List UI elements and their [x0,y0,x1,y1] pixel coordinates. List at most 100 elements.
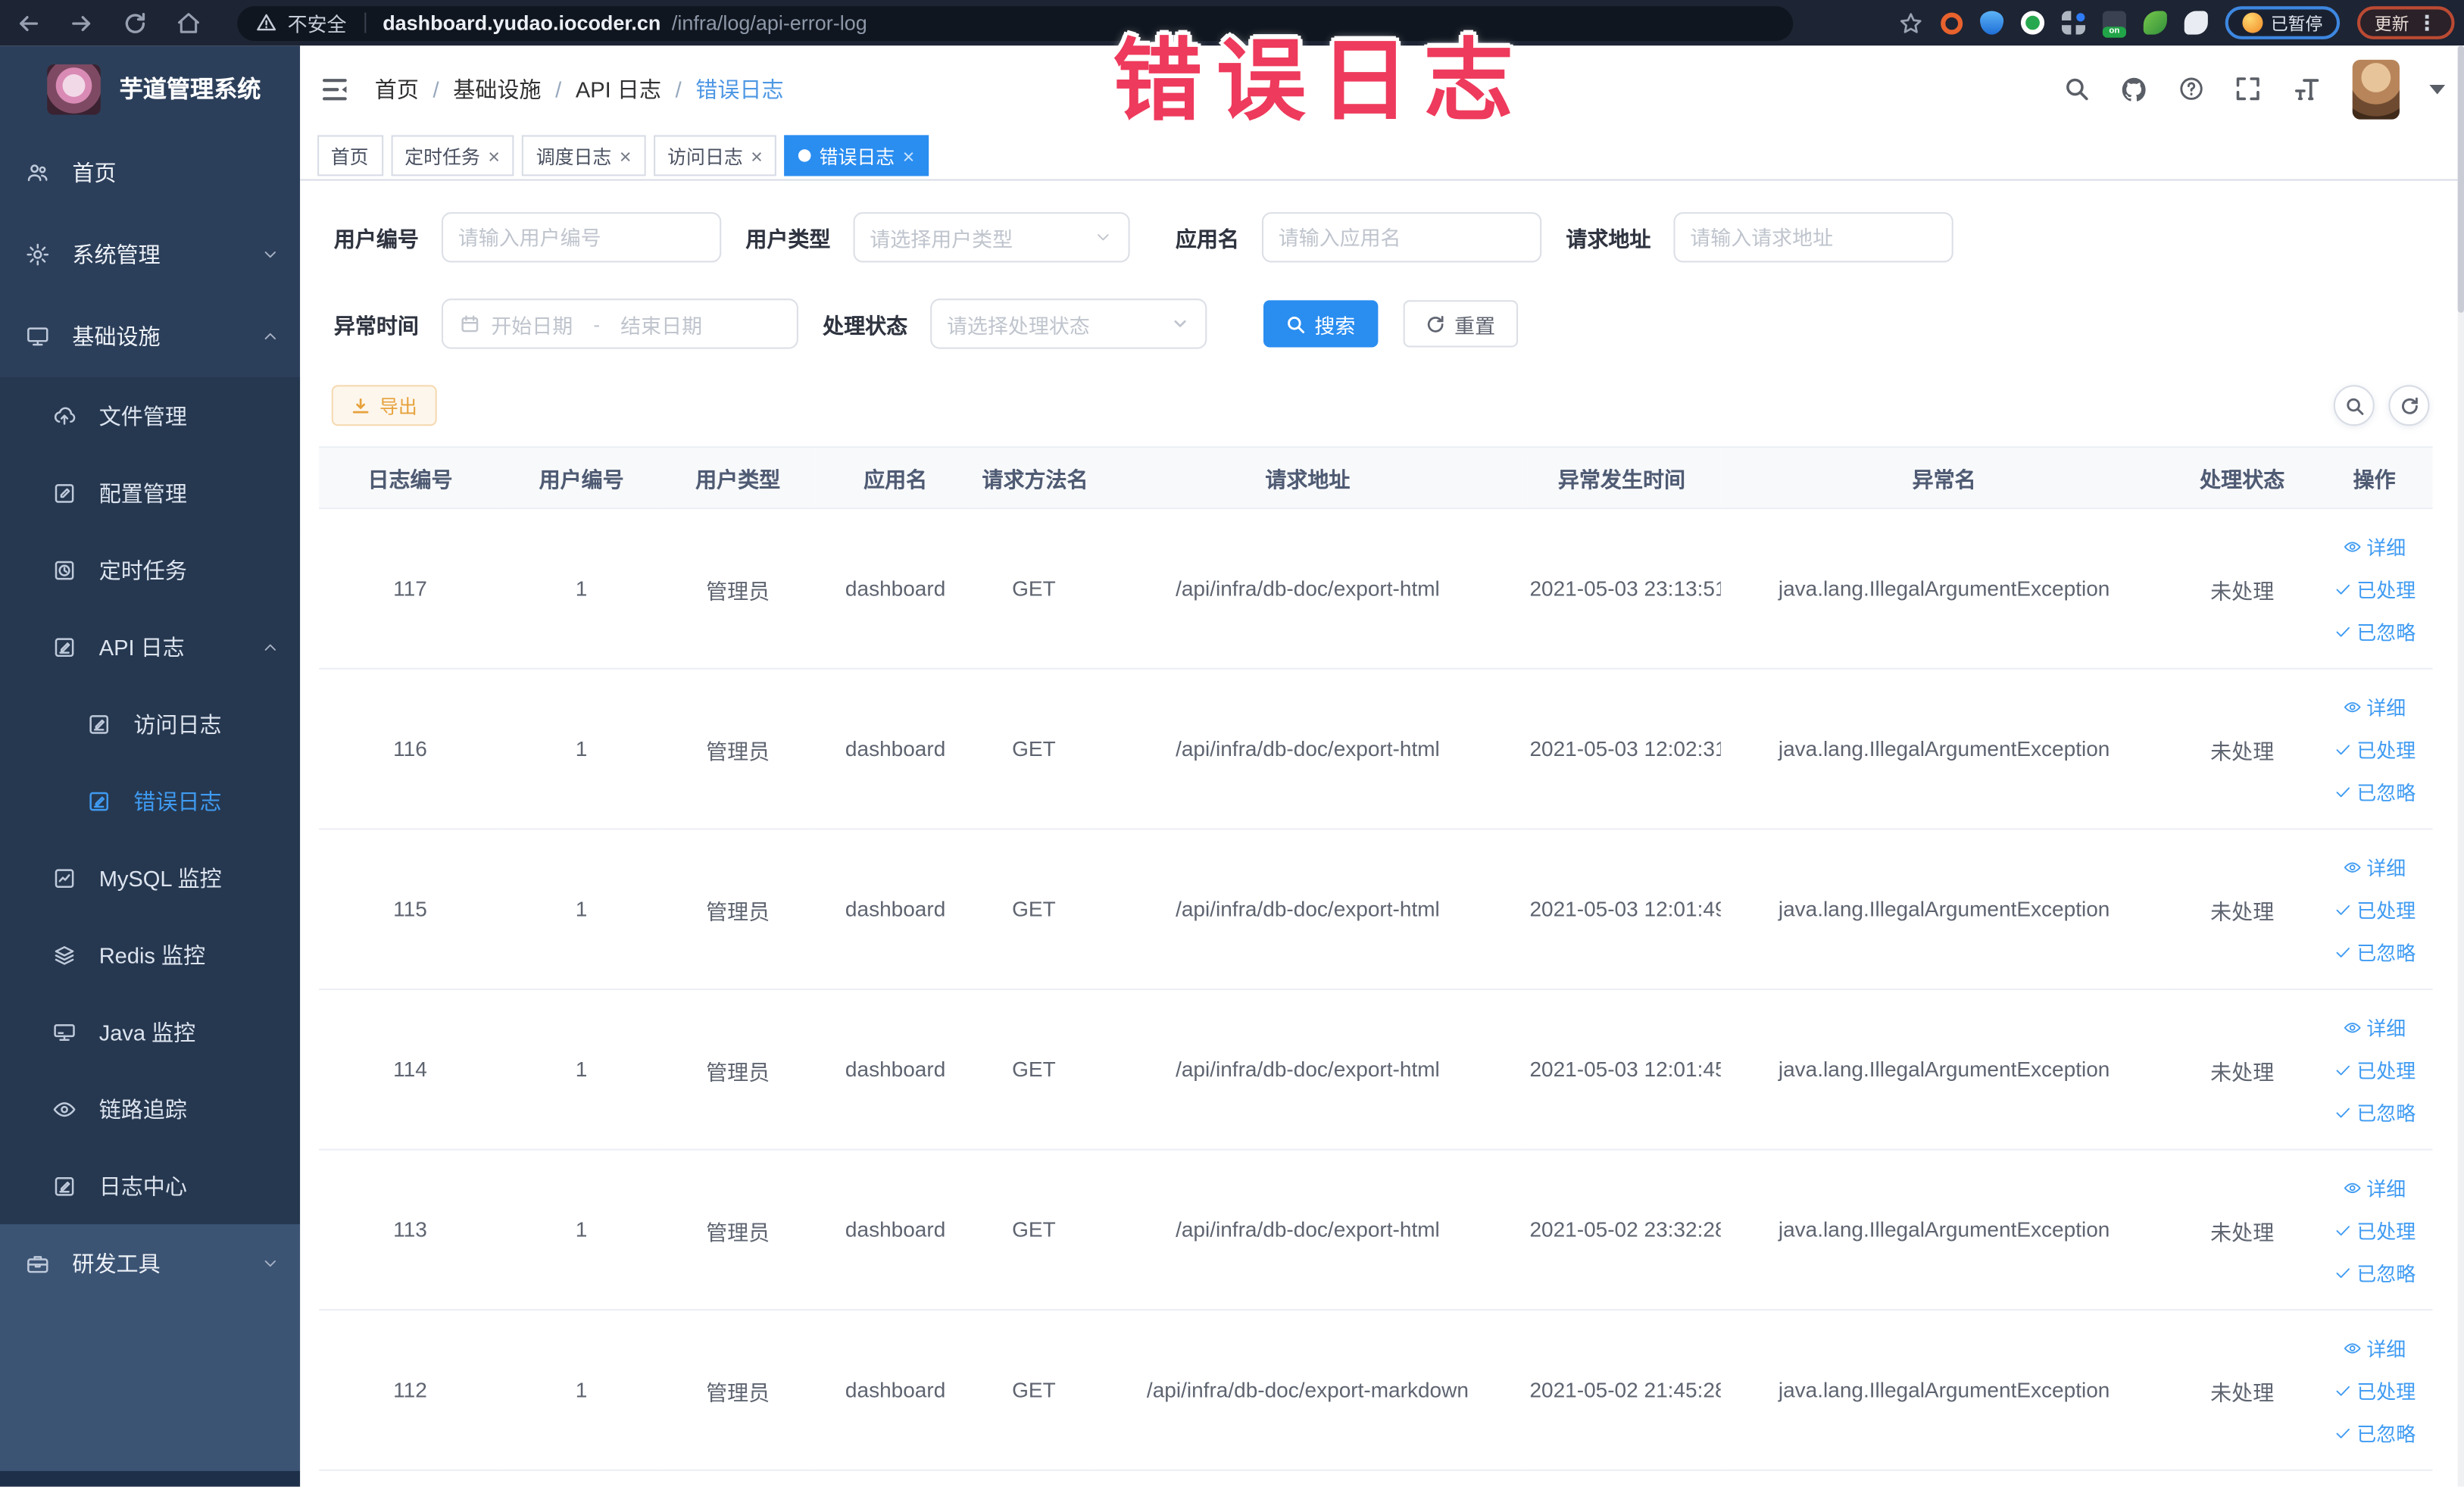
extension-orange-icon[interactable] [1941,11,1963,34]
action-已处理[interactable]: 已处理 [2333,1054,2416,1084]
export-button[interactable]: 导出 [330,385,436,426]
toggle-search-button[interactable] [2333,385,2375,426]
action-已忽略[interactable]: 已忽略 [2333,1097,2416,1126]
sidebar-item-config-management[interactable]: 配置管理 [0,454,300,532]
security-label[interactable]: 不安全 [288,8,347,37]
close-icon[interactable]: × [620,145,632,166]
action-已忽略[interactable]: 已忽略 [2333,1257,2416,1287]
page-scrollbar[interactable] [2457,45,2464,1487]
sidebar-item-api-log[interactable]: API 日志 [0,608,300,686]
extension-grid-icon[interactable] [2061,11,2086,35]
hamburger-icon[interactable] [318,73,349,104]
extension-green-circle-icon[interactable] [2020,11,2045,35]
close-icon[interactable]: × [903,145,915,166]
sidebar-item-access-log[interactable]: 访问日志 [0,685,300,763]
action-已忽略[interactable]: 已忽略 [2333,1417,2416,1447]
chevron-up-icon [260,637,279,656]
extension-puzzle-icon[interactable] [2184,11,2208,35]
forward-icon[interactable] [69,10,94,35]
user-id-input[interactable] [440,212,721,263]
action-详细[interactable]: 详细 [2343,1173,2406,1202]
browser-update-button[interactable]: 更新 ⋮ [2356,6,2455,39]
date-start-placeholder[interactable]: 开始日期 [491,309,573,339]
action-详细[interactable]: 详细 [2343,851,2406,881]
action-已处理[interactable]: 已处理 [2333,573,2416,603]
search-icon [1285,314,1305,334]
action-详细[interactable]: 详细 [2343,531,2406,561]
browser-menu-icon[interactable]: ⋮ [2417,13,2437,33]
action-已处理[interactable]: 已处理 [2333,1375,2416,1404]
tab-定时任务[interactable]: 定时任务 × [390,135,514,177]
action-已忽略[interactable]: 已忽略 [2333,776,2416,806]
action-label: 详细 [2366,537,2406,560]
action-已忽略[interactable]: 已忽略 [2333,936,2416,966]
close-icon[interactable]: × [751,145,763,166]
sidebar-item-infrastructure[interactable]: 基础设施 [0,295,299,377]
close-icon[interactable]: × [488,145,500,166]
sidebar-item-java-monitor[interactable]: Java 监控 [0,993,300,1070]
status-select[interactable]: 请选择处理状态 [929,298,1207,349]
tab-错误日志[interactable]: 错误日志 × [784,135,929,177]
sidebar-item-system-management[interactable]: 系统管理 [0,214,299,295]
table-row: 113 1 管理员 dashboard GET/api/infra/db-doc/exp… [318,1149,2433,1311]
refresh-table-button[interactable] [2388,385,2430,426]
extension-paused-badge[interactable]: 已暂停 [2225,6,2341,39]
action-已处理[interactable]: 已处理 [2333,734,2416,764]
date-end-placeholder[interactable]: 结束日期 [620,309,702,339]
sidebar-item-label: API 日志 [98,634,185,660]
reset-button[interactable]: 重置 [1402,300,1518,348]
cell-time: 2021-05-03 23:13:51 [1523,508,1720,670]
font-size-icon[interactable] [2291,76,2322,102]
request-url-input[interactable] [1672,212,1953,263]
action-已处理[interactable]: 已处理 [2333,894,2416,923]
field-label: 处理状态 [823,314,908,339]
sidebar-logo[interactable]: 芋道管理系统 [0,45,299,132]
address-bar[interactable]: 不安全 dashboard.yudao.iocoder.cn /infra/lo… [237,5,1794,40]
help-icon[interactable] [2178,76,2204,102]
action-已忽略[interactable]: 已忽略 [2333,616,2416,645]
extension-on-badge-icon[interactable]: on [2102,11,2126,38]
date-range-input[interactable]: 开始日期 - 结束日期 [440,298,798,349]
tab-访问日志[interactable]: 访问日志 × [653,135,777,177]
extension-leaf-icon[interactable] [2143,11,2167,35]
action-已处理[interactable]: 已处理 [2333,1215,2416,1245]
chevron-down-icon [1170,314,1189,333]
sidebar-item-label: 访问日志 [133,711,222,736]
bookmark-star-icon[interactable] [1898,10,1923,35]
sidebar-item-error-log[interactable]: 错误日志 [0,762,300,839]
sidebar-item-dev-tools[interactable]: 研发工具 [0,1224,299,1303]
sidebar-item-home[interactable]: 首页 [0,132,299,214]
extension-blue-shield-icon[interactable] [1980,11,2004,35]
user-avatar[interactable] [2352,58,2400,119]
breadcrumb-item[interactable]: API 日志 [576,73,661,104]
sidebar-item-file-management[interactable]: 文件管理 [0,376,300,455]
reload-icon[interactable] [123,10,148,35]
action-label: 已处理 [2356,579,2416,602]
action-详细[interactable]: 详细 [2343,692,2406,721]
breadcrumb-item[interactable]: 基础设施 [453,73,541,104]
fullscreen-icon[interactable] [2234,76,2261,102]
search-icon[interactable] [2063,76,2090,102]
chevron-down-icon[interactable] [2429,83,2446,94]
user-type-select[interactable]: 请选择用户类型 [852,212,1129,263]
desktop-icon [52,1019,77,1044]
sidebar-item-trace[interactable]: 链路追踪 [0,1070,300,1148]
action-详细[interactable]: 详细 [2343,1332,2406,1362]
app-name-input[interactable] [1260,212,1541,263]
github-icon[interactable] [2120,75,2148,103]
action-详细[interactable]: 详细 [2343,1012,2406,1042]
scrollbar-thumb[interactable] [2457,45,2464,313]
back-icon[interactable] [16,10,41,35]
tab-首页[interactable]: 首页 [317,135,383,177]
sidebar-item-scheduled-tasks[interactable]: 定时任务 [0,531,300,608]
sidebar-item-mysql-monitor[interactable]: MySQL 监控 [0,839,300,917]
sidebar-item-log-center[interactable]: 日志中心 [0,1147,300,1225]
home-icon[interactable] [176,10,201,35]
search-button[interactable]: 搜索 [1262,300,1378,348]
breadcrumb-item[interactable]: 首页 [375,73,419,104]
sidebar-item-redis-monitor[interactable]: Redis 监控 [0,916,300,994]
chevron-down-icon [260,1254,279,1273]
eye-icon [2343,1339,2362,1357]
cell-user_id: 1 [501,668,661,830]
tab-调度日志[interactable]: 调度日志 × [522,135,646,177]
